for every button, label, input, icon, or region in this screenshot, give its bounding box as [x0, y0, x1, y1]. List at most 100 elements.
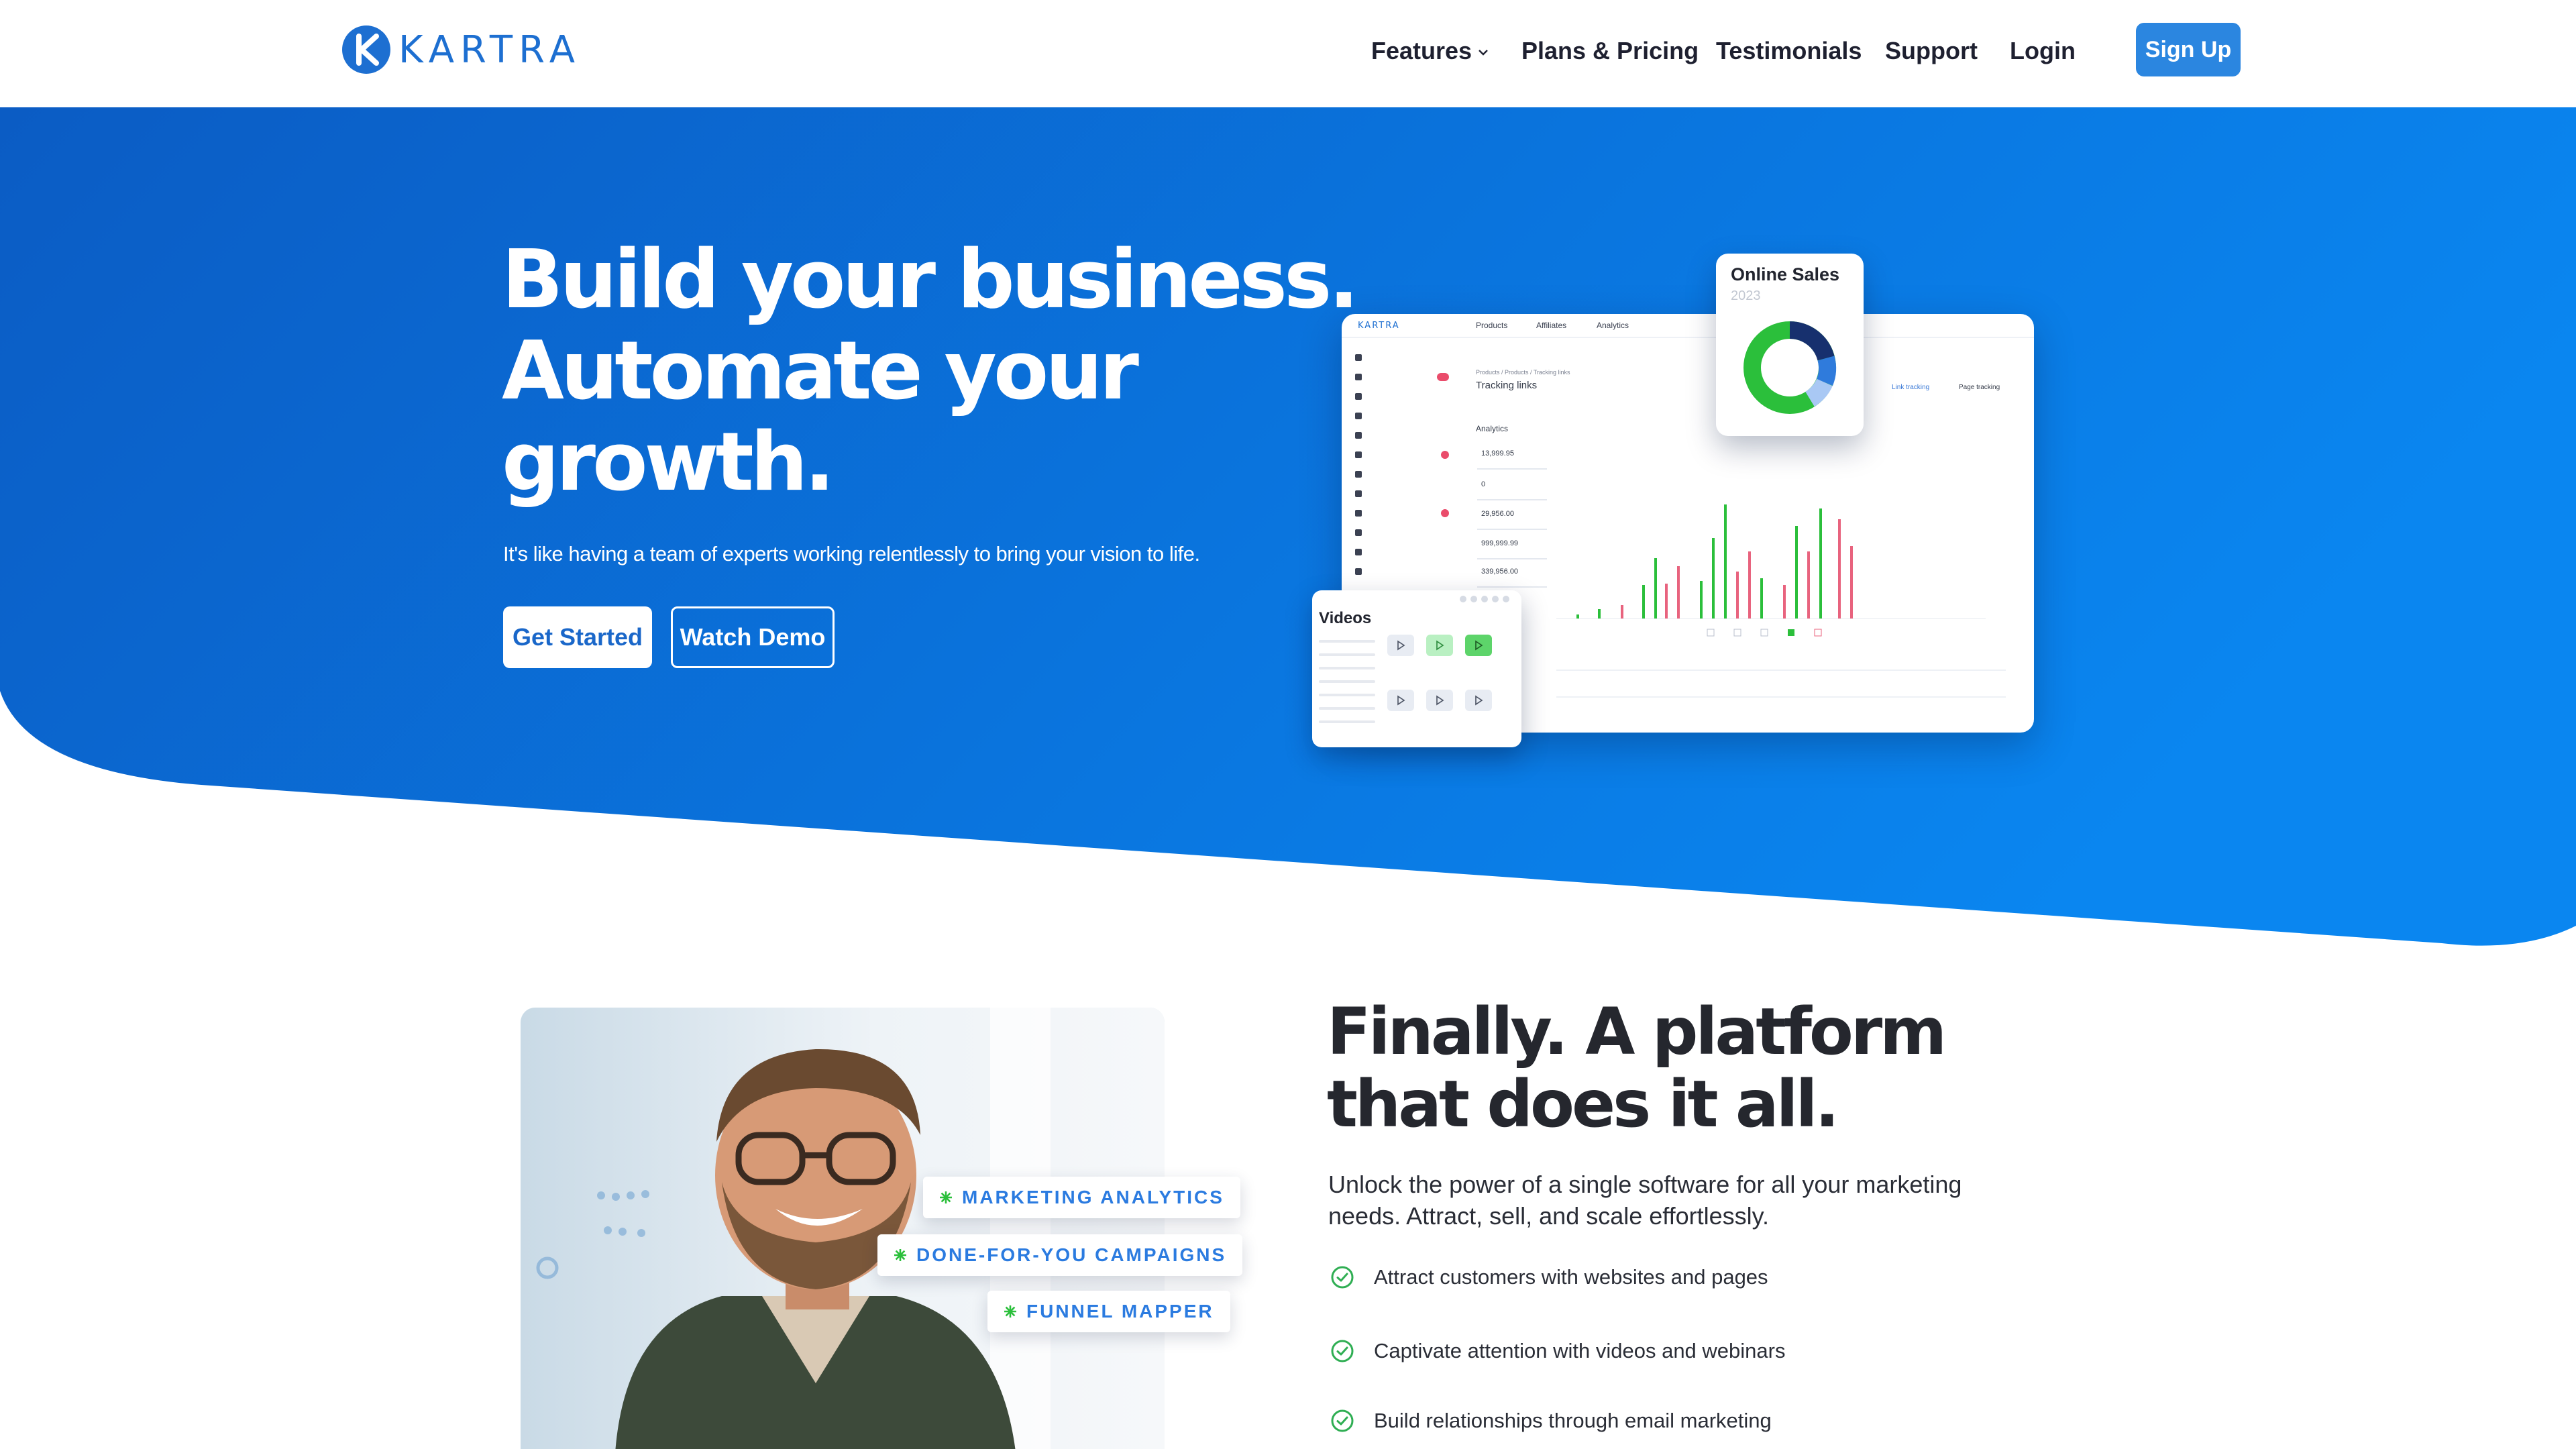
- watch-demo-button[interactable]: Watch Demo: [671, 606, 835, 668]
- chart-bar: [1654, 558, 1657, 619]
- nav-features-label: Features: [1371, 37, 1472, 64]
- sidebar-row: [1355, 484, 1449, 503]
- sidebar-row: [1355, 464, 1449, 484]
- chart-bars: [1576, 504, 1853, 619]
- kpi-item: 0: [1477, 475, 1547, 500]
- dashboard-heading: Tracking links: [1476, 380, 1538, 391]
- play-icon: [1426, 690, 1453, 711]
- section-description: Unlock the power of a single software fo…: [1328, 1171, 1962, 1230]
- section-headline-line-1: Finally. A platform: [1327, 994, 1947, 1069]
- chart-bar: [1838, 519, 1841, 619]
- feature-item: Captivate attention with videos and webi…: [1330, 1336, 1785, 1366]
- play-icon: [1465, 690, 1492, 711]
- check-circle-icon: [1331, 1340, 1354, 1362]
- dashboard-brand: KARTRA: [1358, 321, 1400, 331]
- table-divider: [1556, 696, 2006, 698]
- tag-label: DONE-FOR-YOU CAMPAIGNS: [916, 1244, 1227, 1265]
- smiling-man-photo: [521, 1008, 1165, 1449]
- play-icon: [1426, 635, 1453, 656]
- tag-funnel-mapper: FUNNEL MAPPER: [987, 1291, 1230, 1332]
- placeholder-line: [1319, 667, 1375, 669]
- dashboard-link-page-tracking: Page tracking: [1959, 384, 2000, 391]
- get-started-button[interactable]: Get Started: [503, 606, 652, 668]
- feature-text: Attract customers with websites and page…: [1374, 1265, 1768, 1289]
- dashboard-breadcrumb: Products / Products / Tracking links: [1476, 369, 1570, 376]
- nav-login[interactable]: Login: [2010, 31, 2076, 71]
- videos-card: Videos: [1312, 590, 1521, 747]
- sidebar-row: [1355, 425, 1449, 445]
- chart-bar: [1724, 504, 1727, 619]
- kpi-value: 999,999.99: [1481, 539, 1519, 547]
- chart-bar: [1712, 538, 1715, 619]
- nav-plans-pricing[interactable]: Plans & Pricing: [1521, 31, 1699, 71]
- dashboard-link-tracking: Link tracking: [1892, 384, 1930, 391]
- sparkle-icon: [1004, 1305, 1016, 1318]
- kpi-value: 29,956.00: [1481, 510, 1514, 518]
- kpi-item: 13,999.95: [1477, 444, 1547, 470]
- top-navigation: KARTRA Features Plans & Pricing Testimon…: [0, 0, 2576, 107]
- chart-bar: [1621, 605, 1623, 619]
- dashboard-tab-products: Products: [1476, 321, 1508, 330]
- chart-bar: [1642, 585, 1645, 619]
- chart-bar: [1807, 551, 1810, 619]
- sidebar-row: [1355, 542, 1449, 561]
- sparkle-icon: [940, 1191, 952, 1203]
- hero-subtitle: It's like having a team of experts worki…: [503, 542, 1200, 566]
- sidebar-row: [1355, 406, 1449, 425]
- online-sales-donut-chart: [1743, 321, 1836, 414]
- tag-done-for-you-campaigns: DONE-FOR-YOU CAMPAIGNS: [877, 1234, 1243, 1276]
- hero-headline-line-3: growth.: [502, 416, 835, 509]
- sidebar-row: [1355, 367, 1449, 386]
- chevron-down-icon: [1479, 50, 1488, 56]
- dashboard-tab-analytics: Analytics: [1597, 321, 1629, 330]
- check-circle-icon: [1331, 1266, 1354, 1289]
- chart-bar: [1736, 572, 1739, 619]
- chart-bar: [1760, 578, 1763, 619]
- section-headline-line-2: that does it all.: [1327, 1067, 1839, 1142]
- legend-box: [1733, 629, 1741, 637]
- legend-box: [1760, 629, 1768, 637]
- table-divider: [1556, 669, 2006, 671]
- legend-box: [1788, 629, 1794, 636]
- chart-bar: [1783, 585, 1786, 619]
- nav-features[interactable]: Features: [1371, 31, 1489, 71]
- legend-box: [1814, 629, 1822, 637]
- tag-label: MARKETING ANALYTICS: [962, 1187, 1224, 1208]
- kpi-item: 339,956.00: [1477, 562, 1547, 588]
- feature-text: Captivate attention with videos and webi…: [1374, 1339, 1786, 1362]
- chart-bar: [1677, 566, 1680, 619]
- sign-up-button[interactable]: Sign Up: [2136, 23, 2241, 76]
- tag-marketing-analytics: MARKETING ANALYTICS: [923, 1177, 1240, 1218]
- chart-bar: [1700, 581, 1703, 619]
- placeholder-line: [1319, 694, 1375, 696]
- kpi-item: 999,999.99: [1477, 534, 1547, 559]
- sidebar-row: [1355, 445, 1449, 464]
- dashboard-tab-affiliates: Affiliates: [1536, 321, 1567, 330]
- sidebar-row: [1355, 347, 1449, 367]
- person-illustration: [521, 1008, 1165, 1449]
- nav-testimonials[interactable]: Testimonials: [1716, 31, 1862, 71]
- online-sales-card: Online Sales 2023: [1716, 254, 1864, 436]
- chart-bar: [1850, 546, 1853, 619]
- placeholder-line: [1319, 707, 1375, 710]
- feature-text: Build relationships through email market…: [1374, 1409, 1772, 1432]
- chart-bar: [1576, 614, 1579, 619]
- chart-legend: [1707, 629, 1822, 637]
- placeholder-line: [1319, 640, 1375, 643]
- sidebar-row: [1355, 386, 1449, 406]
- sidebar-row: [1355, 523, 1449, 542]
- hero-headline-line-1: Build your business.: [502, 233, 1359, 327]
- play-icon: [1387, 690, 1414, 711]
- chart-bar: [1598, 609, 1601, 619]
- check-circle-icon: [1331, 1409, 1354, 1432]
- play-icon: [1465, 635, 1492, 656]
- legend-box: [1707, 629, 1715, 637]
- sparkle-icon: [894, 1249, 906, 1261]
- online-sales-year: 2023: [1731, 288, 1761, 303]
- kpi-item: 29,956.00: [1477, 504, 1547, 530]
- kpi-value: 339,956.00: [1481, 568, 1519, 576]
- nav-support[interactable]: Support: [1885, 31, 1978, 71]
- dashboard-sidebar: [1355, 347, 1449, 581]
- play-icon: [1387, 635, 1414, 656]
- videos-title: Videos: [1319, 609, 1372, 627]
